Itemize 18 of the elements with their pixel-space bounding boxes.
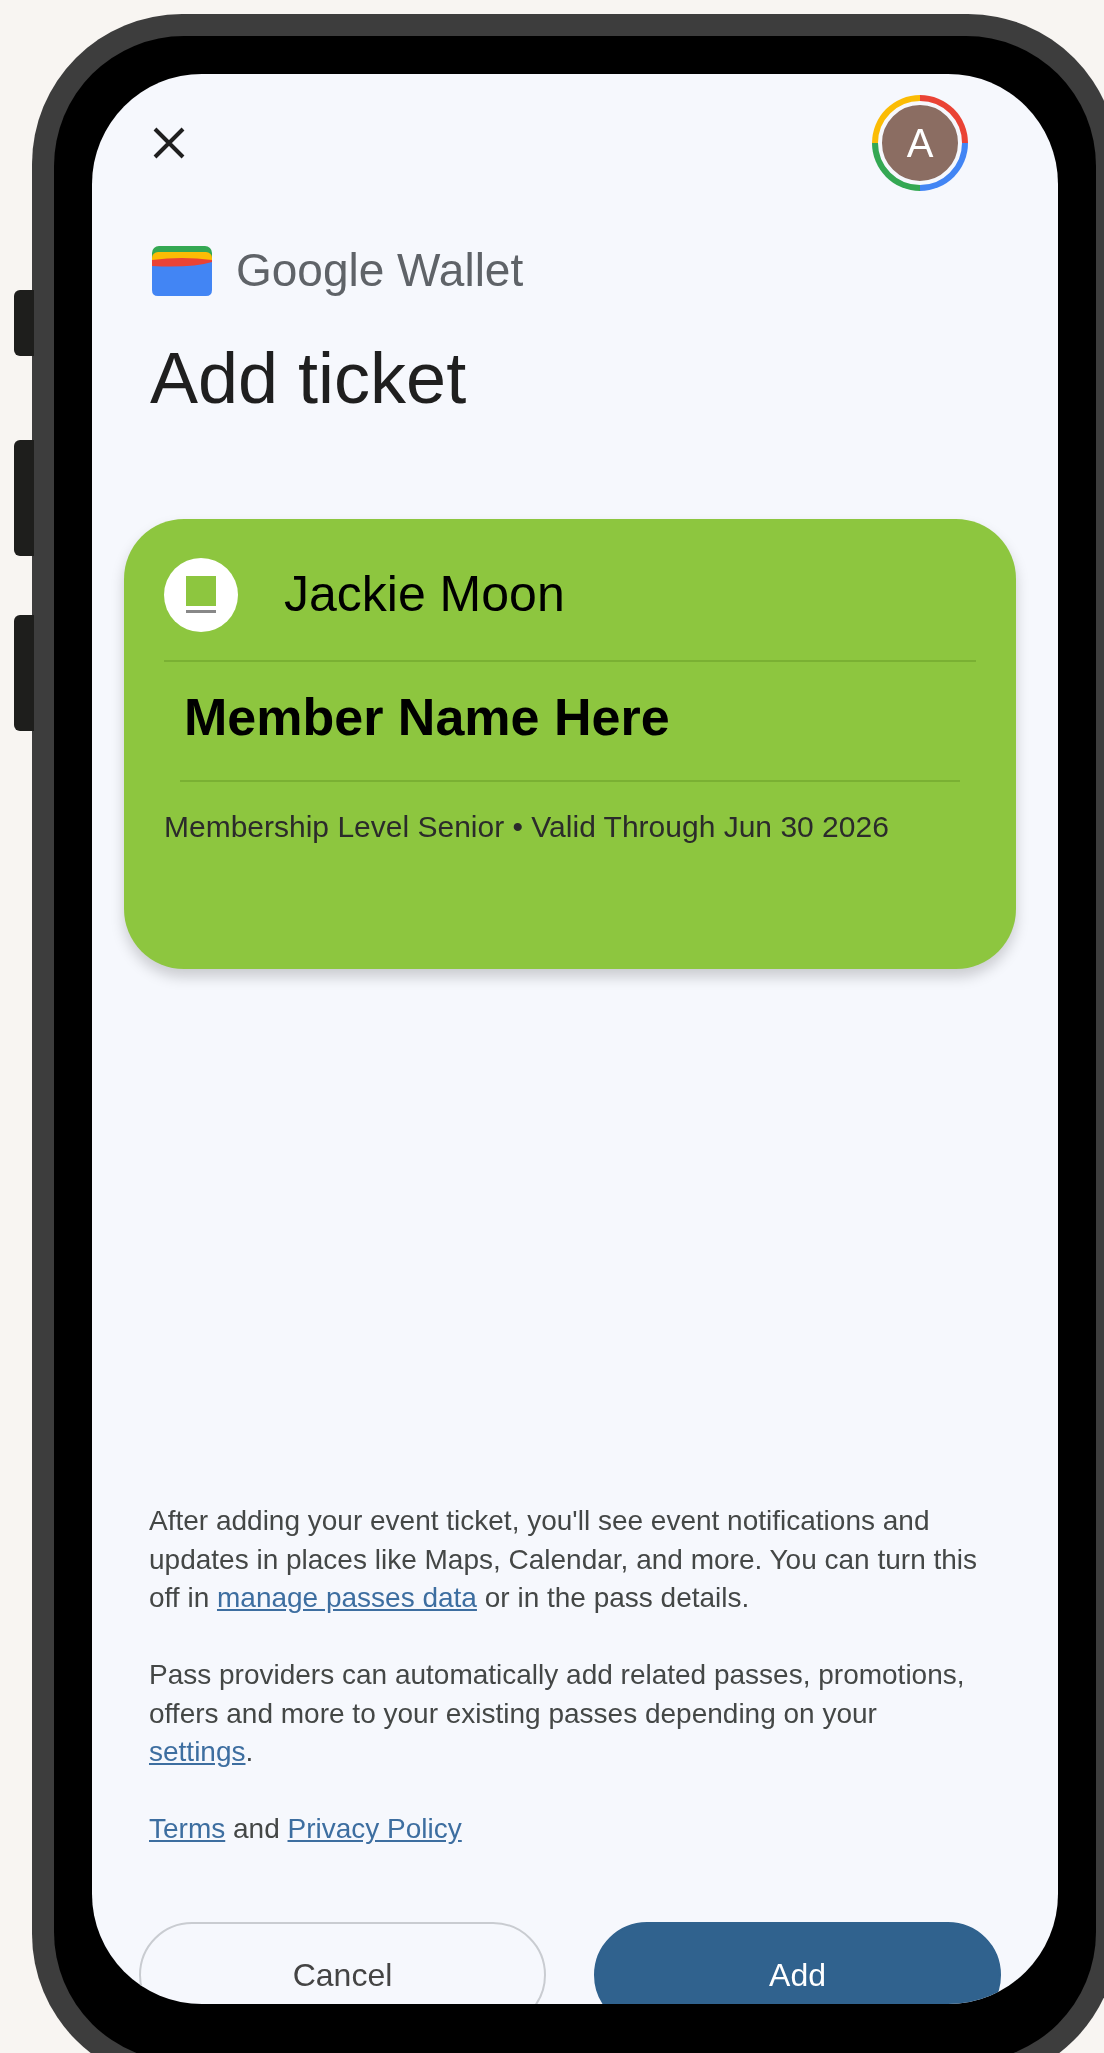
member-name: Member Name Here	[184, 688, 670, 747]
text-link[interactable]: Terms	[149, 1812, 226, 1844]
notice-text: Pass providers can automatically add related passes, promotions, offers and more to your existing passes depending on your settings.	[149, 1657, 966, 1770]
cancel-button[interactable]: Cancel	[139, 1922, 546, 2004]
notice-text: After adding your event ticket, you'll see event notifications and updates in places like Maps, Calendar, and more. You can turn this off in manage passes data or in the pass details.	[149, 1504, 979, 1616]
brand-name: Google Wallet	[236, 243, 524, 298]
close-icon[interactable]	[152, 126, 186, 160]
logo-icon	[164, 557, 238, 632]
page-title: Add ticket	[150, 337, 468, 420]
wallet-logo-icon	[152, 245, 212, 296]
text-link[interactable]: Privacy Policy	[287, 1812, 462, 1844]
issuer-name: Jackie Moon	[284, 565, 565, 625]
add-button[interactable]: Add	[594, 1922, 1001, 2004]
notice-text: Terms and Privacy Policy	[149, 1811, 463, 1846]
text-link[interactable]: manage passes data	[217, 1582, 477, 1614]
pass-details: Membership Level Senior • Valid Through Jun 30 2026	[164, 809, 890, 846]
avatar[interactable]: A	[872, 95, 968, 191]
text-link[interactable]: settings	[149, 1736, 246, 1768]
